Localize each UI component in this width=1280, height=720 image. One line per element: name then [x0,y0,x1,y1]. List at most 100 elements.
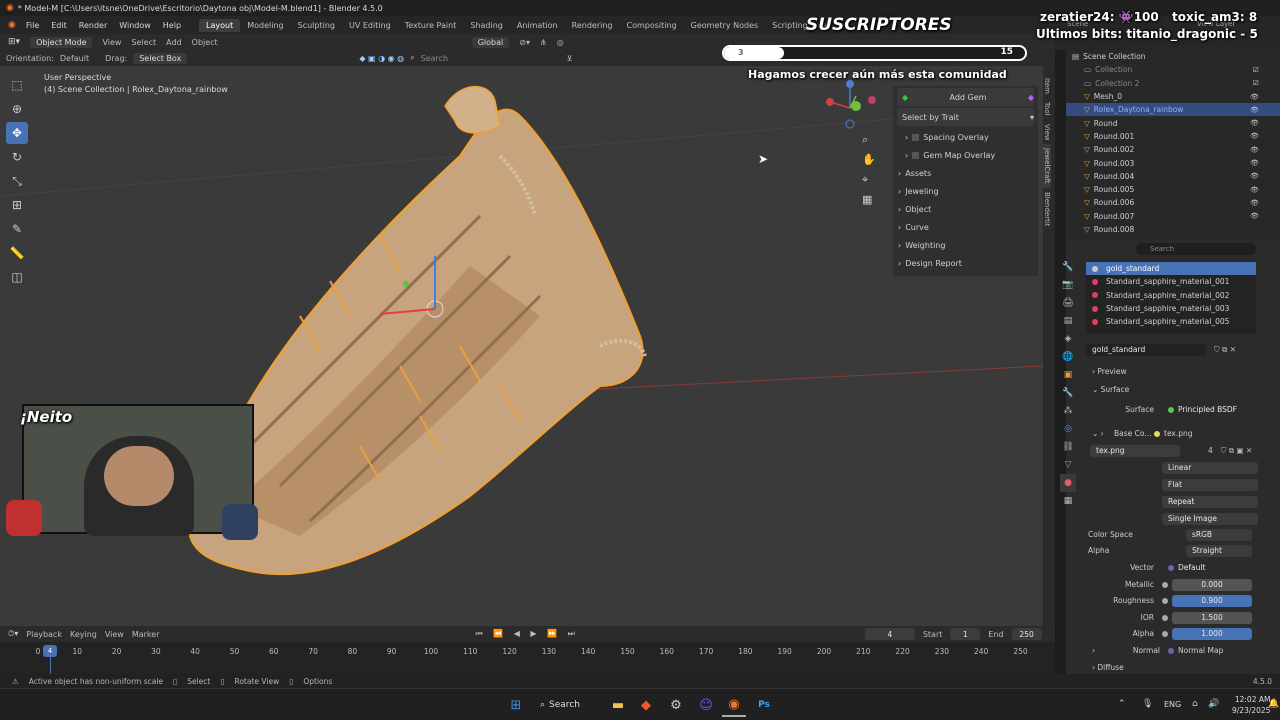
diffuse-section[interactable]: › Diffuse [1066,660,1280,675]
tool-tab-icon[interactable]: 🔧 [1060,258,1076,276]
timeline-ruler[interactable]: 0 10 20 30 40 50 60 70 80 90 100 110 120 130 140 150 160… [0,642,1055,674]
material-actions-icons[interactable]: ⛉ ⧉ ✕ [1214,345,1236,355]
outliner-item[interactable]: ▽ Round.007 [1066,210,1280,223]
material-slot[interactable]: Standard_sapphire_material_002 [1086,289,1256,302]
microphone-icon[interactable]: 🎙 [1142,699,1153,709]
transform-orientation-dropdown[interactable]: Global [471,36,510,48]
tray-chevron-icon[interactable]: ⌃ [1118,699,1126,709]
menu-window[interactable]: Window [113,19,157,32]
alpha-slider[interactable]: 1.000 [1172,627,1252,640]
cursor-tool-icon[interactable]: ⊕ [6,98,28,120]
tab-geometry-nodes[interactable]: Geometry Nodes [684,19,765,32]
file-explorer-icon[interactable]: ▬ [606,693,630,717]
constraints-tab-icon[interactable]: ⛓ [1060,438,1076,456]
add-menu[interactable]: Add [166,38,182,47]
zoom-icon[interactable]: ⌕ [862,130,876,150]
view-layer-tab-icon[interactable]: ▤ [1060,312,1076,330]
drag-dropdown[interactable]: Select Box [133,52,188,64]
image-actions-icons[interactable]: ⛉ ⧉ ▣ ✕ [1221,446,1253,456]
grid-view-icon[interactable]: ▦ [862,190,876,210]
scene-tab-icon[interactable]: ◈ [1060,330,1076,348]
language-indicator[interactable]: ENG [1164,700,1181,709]
tab-jewelcraft[interactable]: JewelCraft [1043,144,1051,188]
end-frame-field[interactable]: 250 [1011,628,1042,640]
select-tool-icon[interactable]: ⬚ [6,74,28,96]
tab-blendertit[interactable]: Blendertit [1043,188,1051,231]
tab-item[interactable]: Item [1043,74,1051,98]
blender-menu-icon[interactable]: ◉ [4,20,20,30]
outliner-item[interactable]: ▽ Round.005 [1066,183,1280,196]
metallic-slider[interactable]: 0.000 [1172,578,1252,591]
outliner-item[interactable]: ▽ Round.001 [1066,130,1280,143]
roughness-slider[interactable]: 0.900 [1172,594,1252,607]
taskbar-search[interactable]: ⌕ Search [540,695,598,715]
camera-icon[interactable]: ⌖ [862,170,876,190]
ior-field[interactable]: 1.500 [1172,611,1252,624]
scale-tool-icon[interactable]: ⤡ [6,170,28,192]
3d-viewport[interactable]: User Perspective (4) Scene Collection | … [0,66,1043,626]
outliner-item[interactable]: ▽ Round.004 [1066,170,1280,183]
tab-tool[interactable]: Tool [1043,98,1051,120]
jeweling-section[interactable]: › Jeweling [893,182,1038,200]
select-menu[interactable]: Select [131,38,156,47]
tab-shading[interactable]: Shading [463,19,510,32]
rotate-tool-icon[interactable]: ↻ [6,146,28,168]
outliner-item[interactable]: ▭ Collection 2 [1066,77,1280,90]
design-report-section[interactable]: › Design Report [893,254,1038,272]
texture-tab-icon[interactable]: ▦ [1060,492,1076,510]
image-source-dropdown[interactable]: Single Image [1162,512,1258,525]
discord-icon[interactable]: ☺ [694,693,718,717]
material-name-field[interactable]: gold_standard [1086,343,1206,356]
interpolation-dropdown[interactable]: Linear [1162,461,1258,474]
navigation-gizmo[interactable] [820,78,880,138]
data-tab-icon[interactable]: ▽ [1060,456,1076,474]
timeline-editor-icon[interactable]: ⏱▾ [8,629,18,639]
object-tab-icon[interactable]: ▣ [1060,366,1076,384]
notification-icon[interactable]: 🔔 [1268,699,1279,709]
menu-file[interactable]: File [20,19,45,32]
image-name-field[interactable]: tex.png [1090,444,1180,457]
current-frame-field[interactable]: 4 [864,628,915,640]
object-section[interactable]: › Object [893,200,1038,218]
object-mode-dropdown[interactable]: Object Mode [30,36,93,48]
keying-menu[interactable]: Keying [70,630,97,639]
settings-app-icon[interactable]: ⚙ [664,693,688,717]
menu-render[interactable]: Render [73,19,113,32]
modifier-tab-icon[interactable]: 🔧 [1060,384,1076,402]
windows-start-icon[interactable]: ⊞ [504,693,528,717]
alpha-mode-dropdown[interactable]: Straight [1186,544,1252,557]
material-tab-icon[interactable]: ● [1060,474,1076,492]
assets-section[interactable]: › Assets [893,164,1038,182]
menu-help[interactable]: Help [157,19,187,32]
material-slot[interactable]: Standard_sapphire_material_001 [1086,275,1256,288]
surface-shader-field[interactable]: Principled BSDF [1162,404,1258,416]
color-space-dropdown[interactable]: sRGB [1186,528,1252,541]
add-cube-tool-icon[interactable]: ◫ [6,266,28,288]
clock[interactable]: 12:02 AM 9/23/2025 [1232,694,1270,716]
material-slot[interactable]: Standard_sapphire_material_005 [1086,315,1256,328]
tab-view[interactable]: View [1043,120,1051,145]
curve-section[interactable]: › Curve [893,218,1038,236]
tab-texture-paint[interactable]: Texture Paint [398,19,464,32]
base-color-row[interactable]: ⌄ › Base Co... tex.png [1066,426,1280,441]
network-icon[interactable]: ⌂ [1192,699,1198,709]
tab-uv-editing[interactable]: UV Editing [342,19,398,32]
preview-section[interactable]: › Preview [1066,364,1280,379]
menu-edit[interactable]: Edit [45,19,73,32]
surface-section[interactable]: ⌄ Surface [1066,382,1280,397]
projection-dropdown[interactable]: Flat [1162,478,1258,491]
select-by-trait-dropdown[interactable]: Select by Trait ▾ [897,108,1034,126]
annotate-tool-icon[interactable]: ✎ [6,218,28,240]
photoshop-icon[interactable]: Ps [752,693,776,717]
world-tab-icon[interactable]: 🌐 [1060,348,1076,366]
viewport-nav-buttons[interactable]: ⌕ ✋ ⌖ ▦ [862,130,876,210]
outliner-item[interactable]: ▽ Round.003 [1066,156,1280,169]
outliner-scene-collection[interactable]: ▤ Scene Collection [1066,50,1280,63]
editor-type-icon[interactable]: ⊞▾ [8,37,20,47]
spacing-overlay-toggle[interactable]: › Spacing Overlay [893,128,1038,146]
blender-taskbar-icon[interactable]: ◉ [722,693,746,717]
pan-hand-icon[interactable]: ✋ [862,150,876,170]
render-tab-icon[interactable]: 📷 [1060,276,1076,294]
particles-tab-icon[interactable]: ⁂ [1060,402,1076,420]
tab-modeling[interactable]: Modeling [240,19,290,32]
